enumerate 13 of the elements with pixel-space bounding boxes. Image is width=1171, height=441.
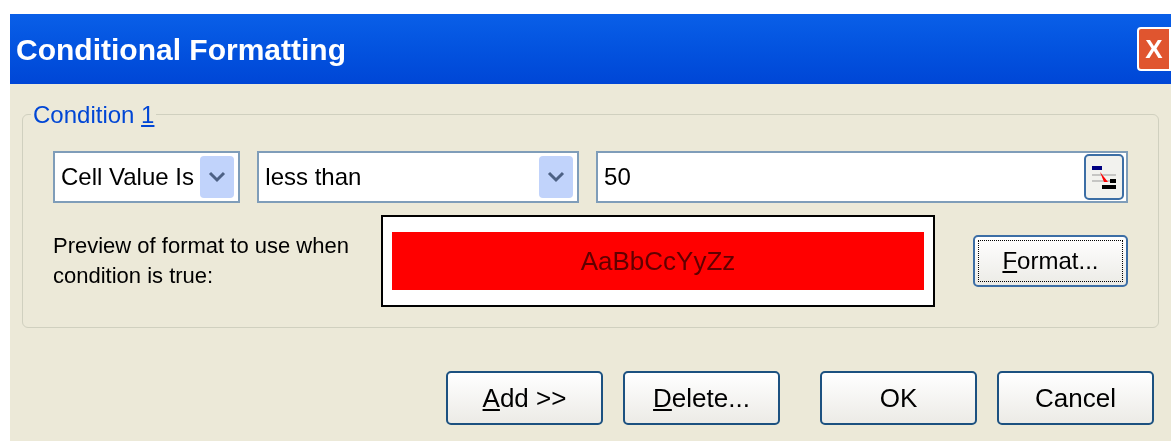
input-field[interactable]: 50	[596, 151, 1128, 203]
range-select-icon[interactable]	[1084, 154, 1124, 200]
preview-text: AaBbCcYyZz	[580, 244, 736, 278]
close-button[interactable]: X	[1137, 27, 1171, 71]
dropdown[interactable]: less than	[257, 151, 580, 203]
dialog-button[interactable]: OK	[820, 371, 977, 425]
dropdown[interactable]: Cell Value Is	[53, 151, 241, 203]
preview-label: Preview of format to use when condition is true:	[53, 232, 350, 290]
dialog-button[interactable]: Cancel	[997, 371, 1154, 425]
format-button[interactable]: Format...	[972, 235, 1128, 287]
dialog-button[interactable]: Add >>	[446, 371, 603, 425]
dialog-button[interactable]: Delete...	[623, 371, 780, 425]
window-title: Conditional Formatting	[16, 31, 346, 68]
